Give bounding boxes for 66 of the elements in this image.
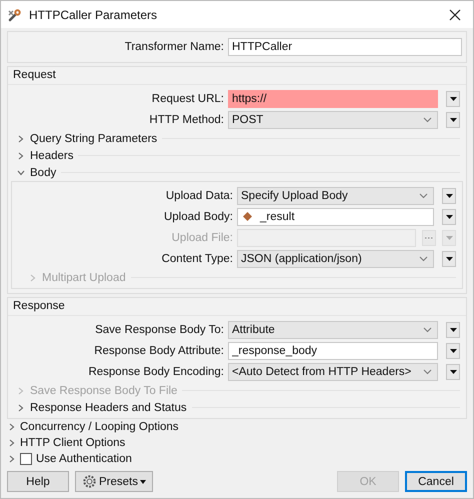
menu-button[interactable]	[446, 112, 460, 128]
transformer-name-field[interactable]: HTTPCaller	[228, 38, 462, 56]
menu-button[interactable]	[446, 90, 460, 106]
section-header[interactable]: Body	[30, 166, 56, 178]
dropdown[interactable]: Attribute	[228, 320, 438, 338]
chevron-down-icon	[419, 192, 428, 198]
group-title: Request	[8, 67, 466, 85]
field-label: Request URL:	[150, 92, 224, 104]
menu-button[interactable]	[446, 342, 460, 358]
chevron-down-icon	[423, 116, 432, 122]
chevron-down-icon	[423, 368, 432, 374]
dropdown[interactable]: POST	[228, 110, 438, 128]
dropdown[interactable]: JSON (application/json)	[237, 250, 434, 268]
caret-icon	[446, 256, 452, 260]
section-header[interactable]: Headers	[30, 150, 74, 162]
dropdown[interactable]: <Auto Detect from HTTP Headers>	[228, 362, 438, 380]
dialog-button[interactable]: Help	[7, 471, 69, 492]
menu-button[interactable]	[446, 364, 460, 380]
caret-icon	[450, 96, 456, 100]
checkbox-label[interactable]: Use Authentication	[36, 453, 132, 465]
field-label: Upload Data:	[164, 190, 233, 202]
dialog-button[interactable]: Cancel	[405, 471, 467, 492]
gear-icon	[82, 474, 97, 489]
caret-icon	[450, 370, 456, 374]
text-field[interactable]: _response_body	[228, 342, 438, 360]
chevron-down-icon[interactable]	[17, 168, 25, 176]
section-header[interactable]: Response Headers and Status	[30, 402, 187, 414]
close-icon[interactable]	[449, 8, 461, 20]
field-label: Response Body Encoding:	[87, 366, 224, 378]
field-label: Save Response Body To:	[94, 324, 224, 336]
field-label: Upload File:	[170, 232, 233, 244]
chevron-down-icon	[419, 256, 428, 262]
menu-button[interactable]	[442, 250, 456, 266]
caret-icon	[450, 118, 456, 122]
section-header[interactable]: Query String Parameters	[30, 132, 158, 144]
window-title: HTTPCaller Parameters	[29, 8, 158, 22]
group-title: Response	[8, 298, 466, 316]
caret-icon	[450, 328, 456, 332]
caret-icon	[446, 194, 452, 198]
caret-icon	[140, 480, 146, 484]
chevron-right-icon[interactable]	[8, 439, 16, 447]
menu-button[interactable]	[442, 188, 456, 204]
caret-icon	[446, 214, 452, 218]
attribute-icon	[243, 212, 252, 221]
field-label: Upload Body:	[162, 210, 233, 222]
menu-button[interactable]	[442, 208, 456, 224]
field-label: Transformer Name:	[124, 41, 224, 53]
checkbox[interactable]	[20, 453, 32, 465]
dropdown[interactable]: Specify Upload Body	[237, 186, 434, 204]
section-header[interactable]: HTTP Client Options	[20, 437, 126, 449]
chevron-right-icon[interactable]	[17, 152, 25, 160]
field-label: HTTP Method:	[148, 114, 224, 126]
chevron-right-icon[interactable]	[17, 404, 25, 412]
text-field[interactable]: https://	[228, 90, 438, 108]
caret-icon	[450, 348, 456, 352]
chevron-down-icon	[423, 326, 432, 332]
chevron-right-icon[interactable]	[8, 423, 16, 431]
field-label: Response Body Attribute:	[93, 344, 224, 356]
field-label: Content Type:	[160, 252, 233, 264]
dialog-button[interactable]: Presets	[75, 471, 153, 492]
menu-button[interactable]	[446, 322, 460, 338]
attribute-field[interactable]: _result	[237, 208, 434, 226]
chevron-right-icon[interactable]	[8, 455, 16, 463]
section-header[interactable]: Concurrency / Looping Options	[20, 421, 179, 433]
caret-icon	[446, 236, 452, 240]
chevron-right-icon[interactable]	[17, 134, 25, 142]
